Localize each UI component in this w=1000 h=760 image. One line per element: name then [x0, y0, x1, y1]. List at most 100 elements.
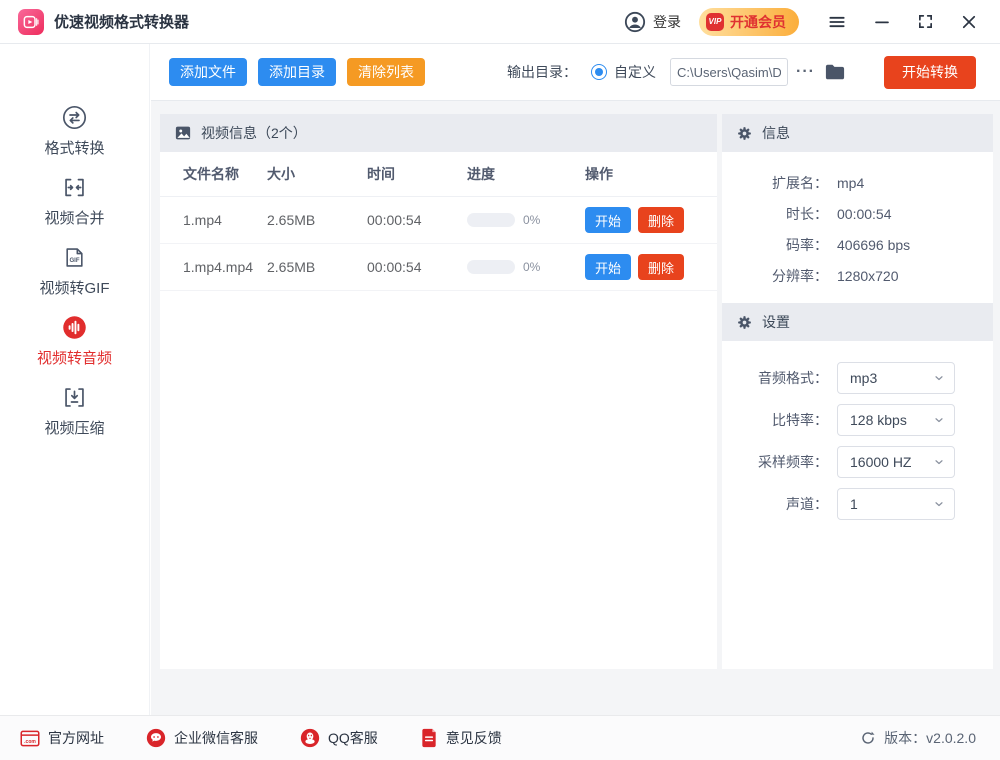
col-progress: 进度: [467, 166, 495, 182]
sidebar-item-video-to-audio[interactable]: 视频转音频: [0, 314, 149, 384]
gear-icon: [738, 126, 751, 140]
vip-label: 开通会员: [730, 13, 786, 30]
row-start-button[interactable]: 开始: [585, 207, 632, 233]
image-icon: [175, 126, 191, 140]
col-filename: 文件名称: [183, 166, 239, 182]
chevron-down-icon: [935, 418, 943, 423]
video-compress-icon: [61, 384, 88, 411]
col-size: 大小: [267, 166, 295, 182]
qq-icon: [300, 728, 320, 748]
sidebar: 格式转换 视频合并 GIF 视频转GIF 视频转音频 视频压缩: [0, 44, 150, 715]
video-info-panel: 视频信息（2个） 文件名称 大小 时间 进度 操作 1.mp4 2.65MB 0…: [160, 114, 717, 669]
footer-link-label: 企业微信客服: [174, 730, 258, 746]
feedback-icon: [422, 728, 436, 748]
maximize-icon: [918, 14, 933, 29]
custom-radio[interactable]: [591, 64, 608, 80]
audio-format-select[interactable]: mp3: [837, 362, 955, 394]
progress-bar: [467, 260, 515, 274]
sidebar-item-label: 视频转GIF: [39, 280, 110, 297]
right-panel: 信息 扩展名： mp4 时长： 00:00:54 码率： 406696 bps …: [722, 114, 993, 669]
toolbar: 添加文件 添加目录 清除列表 输出目录： 自定义 ··· 开始转换: [151, 44, 1000, 101]
video-merge-icon: [61, 174, 88, 201]
login-button[interactable]: 登录: [624, 11, 681, 33]
video-to-gif-icon: GIF: [61, 244, 88, 271]
minimize-icon: [875, 21, 889, 23]
wechat-icon: [146, 728, 166, 748]
row-delete-button[interactable]: 删除: [638, 254, 685, 280]
titlebar: 优速视频格式转换器 登录 VIP 开通会员: [0, 0, 1000, 44]
chevron-down-icon: [935, 376, 943, 381]
version-label: 版本：v2.0.2.0: [884, 730, 976, 746]
maximize-button[interactable]: [913, 9, 938, 34]
website-icon: .com: [20, 730, 40, 746]
info-field-value: 1280x720: [837, 267, 899, 284]
close-icon: [962, 15, 976, 28]
setting-label: 音频格式：: [758, 370, 828, 386]
info-section-title: 信息: [762, 125, 790, 141]
output-dir-label: 输出目录：: [507, 64, 578, 80]
sidebar-item-format-convert[interactable]: 格式转换: [0, 104, 149, 174]
setting-label: 比特率：: [772, 412, 828, 428]
bitrate-select[interactable]: 128 kbps: [837, 404, 955, 436]
format-convert-icon: [61, 104, 88, 131]
video-info-panel-header: 视频信息（2个）: [160, 114, 717, 152]
svg-text:GIF: GIF: [69, 258, 79, 264]
version-group: 版本：v2.0.2.0: [860, 728, 976, 748]
select-value: 1: [850, 496, 858, 512]
row-delete-button[interactable]: 删除: [638, 207, 685, 233]
gear-icon: [738, 315, 751, 329]
info-field-value: mp4: [837, 174, 865, 191]
sample-rate-select[interactable]: 16000 HZ: [837, 446, 955, 478]
menu-button[interactable]: [823, 8, 851, 36]
wechat-support-link[interactable]: 企业微信客服: [146, 728, 258, 748]
official-website-link[interactable]: .com 官方网址: [20, 728, 104, 748]
file-time: 00:00:54: [367, 259, 422, 275]
output-path-input[interactable]: [670, 58, 789, 86]
select-value: mp3: [850, 370, 878, 386]
settings-section-title: 设置: [762, 314, 790, 330]
app-title: 优速视频格式转换器: [54, 14, 190, 31]
start-convert-button[interactable]: 开始转换: [884, 55, 976, 89]
col-actions: 操作: [585, 166, 613, 182]
video-to-audio-icon: [61, 314, 88, 341]
close-button[interactable]: [956, 9, 982, 35]
table-row: 1.mp4.mp4 2.65MB 00:00:54 0% 开始 删除: [160, 244, 717, 291]
channels-select[interactable]: 1: [837, 488, 955, 520]
file-size: 2.65MB: [267, 212, 316, 228]
browse-more-button[interactable]: ···: [796, 63, 815, 81]
sidebar-item-label: 视频合并: [44, 210, 105, 227]
table-header-row: 文件名称 大小 时间 进度 操作: [160, 152, 717, 197]
chevron-down-icon: [935, 502, 943, 507]
footer-link-label: QQ客服: [328, 730, 378, 746]
open-vip-button[interactable]: VIP 开通会员: [699, 7, 799, 36]
add-directory-button[interactable]: 添加目录: [258, 58, 336, 86]
minimize-button[interactable]: [869, 9, 895, 35]
qq-support-link[interactable]: QQ客服: [300, 728, 378, 748]
info-section-header: 信息: [722, 114, 993, 152]
sidebar-item-video-compress[interactable]: 视频压缩: [0, 384, 149, 454]
info-fields: 扩展名： mp4 时长： 00:00:54 码率： 406696 bps 分辨率…: [722, 152, 993, 303]
file-name: 1.mp4.mp4: [183, 259, 254, 275]
open-folder-button[interactable]: [824, 62, 846, 82]
video-info-title: 视频信息（2个）: [201, 125, 307, 141]
sidebar-item-label: 视频压缩: [44, 420, 105, 437]
sidebar-item-label: 视频转音频: [36, 350, 112, 367]
select-value: 128 kbps: [850, 412, 907, 428]
custom-radio-label: 自定义: [614, 64, 657, 80]
settings-fields: 音频格式： mp3 比特率： 128 kbps 采样频率： 16000 HZ 声…: [722, 341, 993, 541]
content-area: 添加文件 添加目录 清除列表 输出目录： 自定义 ··· 开始转换 视频信息: [151, 44, 1000, 715]
clear-list-button[interactable]: 清除列表: [347, 58, 425, 86]
feedback-link[interactable]: 意见反馈: [420, 728, 502, 748]
refresh-icon: [862, 731, 875, 744]
settings-section-header: 设置: [722, 303, 993, 341]
info-field-label: 码率：: [786, 236, 828, 253]
row-start-button[interactable]: 开始: [585, 254, 632, 280]
sidebar-item-video-merge[interactable]: 视频合并: [0, 174, 149, 244]
info-field-label: 扩展名：: [772, 174, 828, 191]
sidebar-item-video-to-gif[interactable]: GIF 视频转GIF: [0, 244, 149, 314]
progress-label: 0%: [523, 213, 541, 227]
footer-link-label: 官方网址: [48, 730, 104, 746]
chevron-down-icon: [935, 460, 943, 465]
info-field-value: 406696 bps: [837, 236, 911, 253]
add-file-button[interactable]: 添加文件: [169, 58, 247, 86]
